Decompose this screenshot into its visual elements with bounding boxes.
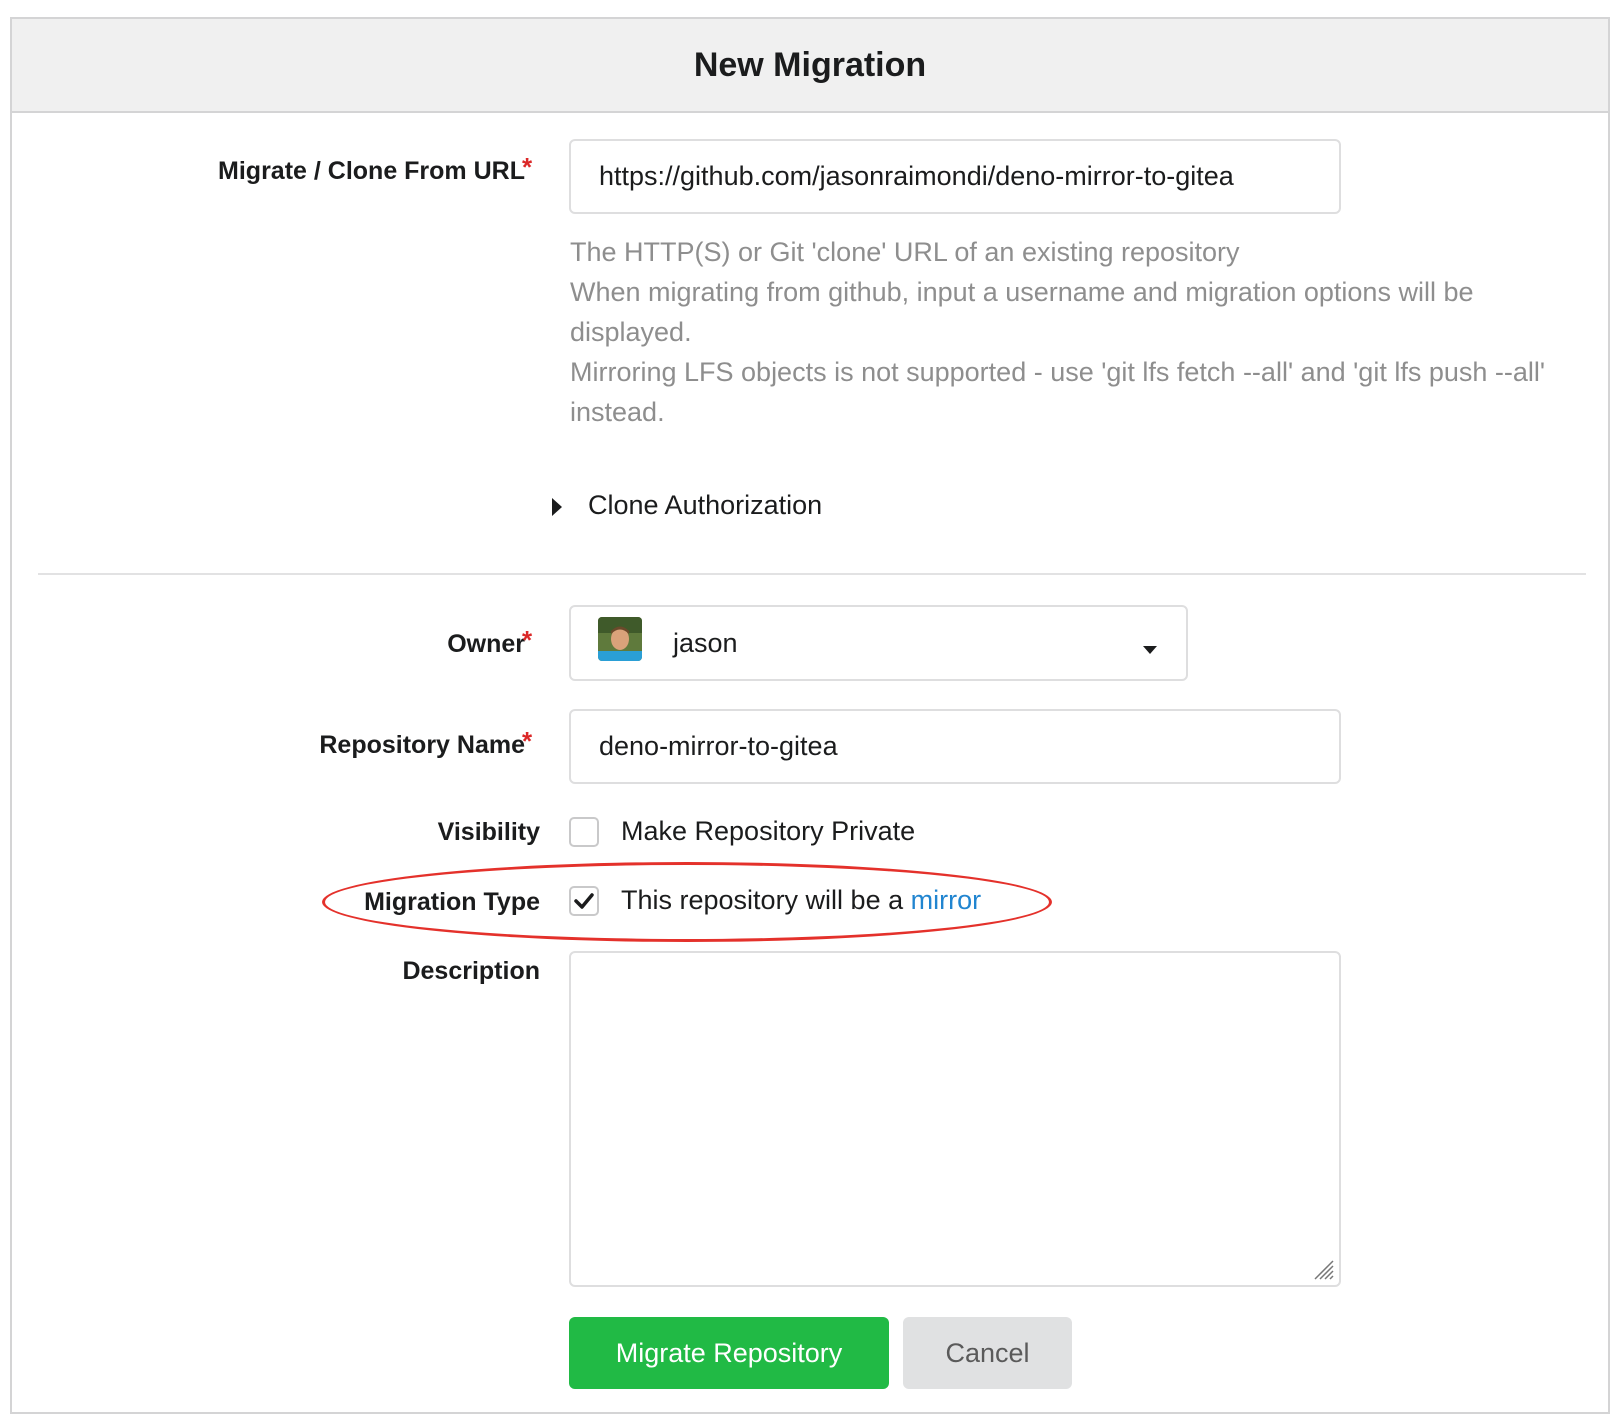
divider: [38, 573, 1586, 575]
mirror-checkbox-label[interactable]: This repository will be a mirror: [621, 885, 981, 916]
avatar: [598, 617, 642, 661]
help-line-2: When migrating from github, input a user…: [570, 277, 1474, 347]
checkmark-icon: [574, 893, 594, 909]
help-line-3: Mirroring LFS objects is not supported -…: [570, 357, 1546, 427]
url-help-text: The HTTP(S) or Git 'clone' URL of an exi…: [570, 232, 1580, 432]
mirror-label-prefix: This repository will be a: [621, 885, 904, 915]
repo-name-required-mark: *: [522, 726, 533, 756]
chevron-down-icon[interactable]: [1143, 646, 1157, 654]
repository-name-value: deno-mirror-to-gitea: [599, 731, 838, 761]
url-required-mark: *: [522, 152, 533, 182]
repository-name-input[interactable]: deno-mirror-to-gitea: [569, 709, 1341, 784]
clone-url-value: https://github.com/jasonraimondi/deno-mi…: [599, 161, 1234, 191]
description-textarea[interactable]: [569, 951, 1341, 1287]
private-checkbox[interactable]: [569, 817, 599, 847]
mirror-checkbox[interactable]: [569, 886, 599, 916]
owner-select[interactable]: jason: [569, 605, 1188, 681]
owner-label: Owner: [447, 630, 525, 658]
description-label: Description: [402, 957, 540, 985]
owner-value: jason: [673, 627, 738, 658]
cancel-button[interactable]: Cancel: [903, 1317, 1072, 1389]
resize-handle-icon[interactable]: [1309, 1255, 1335, 1281]
clone-url-input[interactable]: https://github.com/jasonraimondi/deno-mi…: [569, 139, 1341, 214]
help-line-1: The HTTP(S) or Git 'clone' URL of an exi…: [570, 237, 1240, 267]
triangle-right-icon[interactable]: [552, 498, 562, 516]
migration-type-label: Migration Type: [364, 888, 540, 916]
owner-required-mark: *: [522, 625, 533, 655]
mirror-link[interactable]: mirror: [911, 885, 981, 915]
clone-authorization-toggle[interactable]: Clone Authorization: [588, 490, 822, 521]
visibility-label: Visibility: [437, 818, 540, 846]
private-checkbox-label[interactable]: Make Repository Private: [621, 816, 915, 847]
repo-name-label: Repository Name: [319, 731, 525, 759]
migrate-repository-button[interactable]: Migrate Repository: [569, 1317, 889, 1389]
url-label: Migrate / Clone From URL: [218, 157, 525, 185]
page-title: New Migration: [12, 19, 1608, 113]
